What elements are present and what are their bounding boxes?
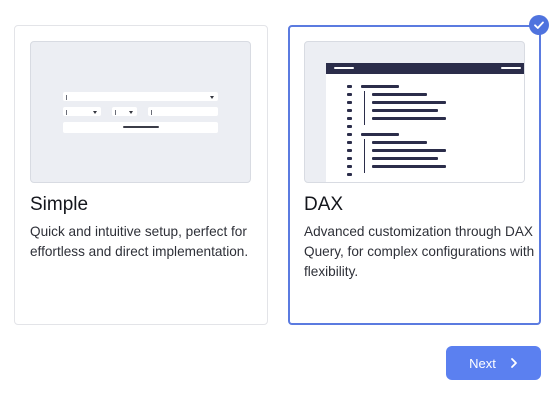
- code-editor-header: [326, 63, 524, 74]
- card-description: Advanced customization through DAX Query…: [304, 224, 535, 279]
- preview-dropdown-small-2: [112, 107, 137, 116]
- next-button-label: Next: [469, 355, 496, 371]
- chevron-right-icon: [510, 357, 518, 369]
- card-description: Quick and intuitive setup, perfect for e…: [30, 224, 249, 259]
- next-button[interactable]: Next: [446, 346, 541, 380]
- simple-preview-illustration: [30, 41, 251, 183]
- preview-dropdown-small-1: [63, 107, 101, 116]
- card-title: DAX: [304, 194, 344, 215]
- dax-preview-illustration: [304, 41, 525, 183]
- option-card-simple[interactable]: Simple Quick and intuitive setup, perfec…: [14, 25, 268, 325]
- preview-button: [63, 122, 218, 133]
- option-card-dax[interactable]: DAX Advanced customization through DAX Q…: [288, 25, 541, 325]
- preview-dropdown-full: [63, 92, 218, 101]
- code-editor-illustration: [326, 63, 524, 182]
- preview-input-small: [148, 107, 218, 116]
- card-title: Simple: [30, 194, 89, 215]
- selected-check-icon: [529, 15, 549, 35]
